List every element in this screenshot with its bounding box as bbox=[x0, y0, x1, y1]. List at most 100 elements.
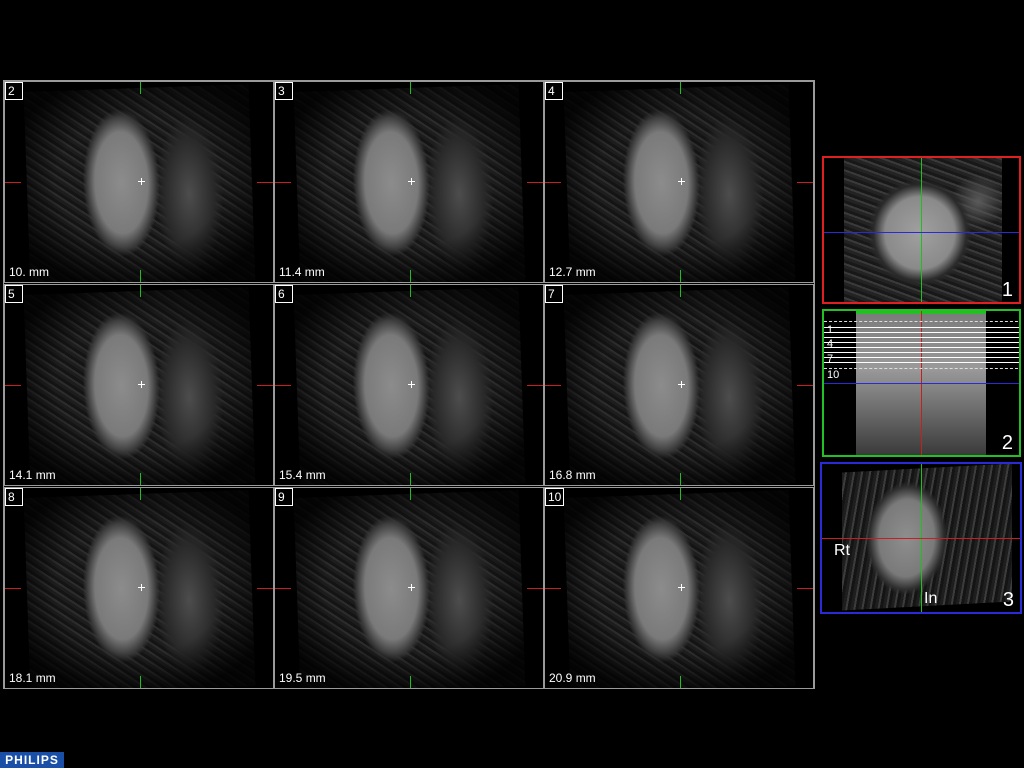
slice-number: 7 bbox=[545, 285, 563, 303]
slice-depth: 18.1 mm bbox=[9, 671, 56, 685]
green-crosshair-top bbox=[410, 488, 411, 500]
red-crosshair-left bbox=[275, 385, 291, 386]
blue-axis-line[interactable] bbox=[824, 383, 1019, 384]
red-crosshair-right bbox=[257, 385, 273, 386]
center-cross-icon bbox=[678, 381, 685, 388]
slice-line bbox=[824, 347, 1019, 348]
slice-depth: 12.7 mm bbox=[549, 265, 596, 279]
green-crosshair-bottom bbox=[140, 473, 141, 485]
red-crosshair-left bbox=[275, 182, 291, 183]
red-crosshair-left bbox=[545, 385, 561, 386]
slice-depth: 11.4 mm bbox=[279, 265, 325, 279]
green-crosshair-bottom bbox=[680, 473, 681, 485]
green-crosshair-top bbox=[410, 285, 411, 297]
slice-tile[interactable]: 7 16.8 mm bbox=[544, 284, 814, 486]
red-crosshair-right bbox=[257, 588, 273, 589]
view-index: 2 bbox=[1001, 432, 1013, 454]
slice-tile[interactable]: 4 12.7 mm bbox=[544, 81, 814, 283]
orientation-label-inferior: In bbox=[924, 590, 938, 607]
slice-mark-label: 10 bbox=[827, 369, 840, 381]
slice-depth: 14.1 mm bbox=[9, 468, 56, 482]
red-crosshair-right bbox=[797, 588, 813, 589]
red-crosshair-left bbox=[5, 385, 21, 386]
red-crosshair-right bbox=[797, 182, 813, 183]
slice-tile[interactable]: 8 18.1 mm bbox=[4, 487, 274, 689]
slice-tile[interactable]: 5 14.1 mm bbox=[4, 284, 274, 486]
view-index: 3 bbox=[1002, 589, 1014, 611]
slice-line bbox=[824, 327, 1019, 328]
green-crosshair-top bbox=[680, 285, 681, 297]
red-crosshair-right bbox=[527, 182, 543, 183]
green-crosshair-top bbox=[140, 285, 141, 297]
red-axis-line[interactable] bbox=[822, 538, 1020, 539]
blue-axis-line[interactable] bbox=[824, 232, 1019, 233]
slice-number: 3 bbox=[275, 82, 293, 100]
slice-depth: 15.4 mm bbox=[279, 468, 326, 482]
slice-depth: 20.9 mm bbox=[549, 671, 596, 685]
slice-line bbox=[824, 332, 1019, 333]
slice-number: 10 bbox=[545, 488, 565, 506]
slice-number: 4 bbox=[545, 82, 563, 100]
ultrasound-reference-image bbox=[842, 464, 1012, 611]
slice-tile[interactable]: 2 10. mm bbox=[4, 81, 274, 283]
slice-mark-label: 4 bbox=[827, 338, 834, 350]
green-axis-line[interactable] bbox=[921, 158, 922, 302]
slice-mark-label: 7 bbox=[827, 353, 834, 365]
red-crosshair-right bbox=[797, 385, 813, 386]
center-cross-icon bbox=[678, 178, 685, 185]
green-crosshair-bottom bbox=[410, 270, 411, 282]
green-crosshair-top bbox=[680, 488, 681, 500]
reference-view-2[interactable]: 1 4 7 10 2 bbox=[822, 309, 1021, 457]
slice-line bbox=[824, 337, 1019, 338]
ultrasound-reference-image bbox=[844, 158, 1002, 302]
green-crosshair-bottom bbox=[410, 473, 411, 485]
center-cross-icon bbox=[678, 584, 685, 591]
slice-tile[interactable]: 6 15.4 mm bbox=[274, 284, 544, 486]
center-cross-icon bbox=[138, 584, 145, 591]
slice-line bbox=[824, 362, 1019, 363]
slice-mark-label: 1 bbox=[827, 324, 834, 336]
green-crosshair-bottom bbox=[680, 676, 681, 688]
philips-logo: PHILIPS bbox=[0, 752, 64, 768]
green-crosshair-bottom bbox=[140, 676, 141, 688]
green-crosshair-top bbox=[140, 82, 141, 94]
slice-depth: 16.8 mm bbox=[549, 468, 596, 482]
center-cross-icon bbox=[138, 178, 145, 185]
red-crosshair-left bbox=[545, 588, 561, 589]
slice-line bbox=[824, 342, 1019, 343]
slice-line bbox=[824, 321, 1019, 322]
slice-tile[interactable]: 3 11.4 mm bbox=[274, 81, 544, 283]
slice-number: 8 bbox=[5, 488, 23, 506]
slice-tile[interactable]: 9 19.5 mm bbox=[274, 487, 544, 689]
slice-tile[interactable]: 10 20.9 mm bbox=[544, 487, 814, 689]
red-crosshair-left bbox=[5, 588, 21, 589]
orientation-label-right: Rt bbox=[834, 542, 850, 559]
reference-view-1[interactable]: 1 bbox=[822, 156, 1021, 304]
reference-view-3[interactable]: Rt In 3 bbox=[820, 462, 1022, 614]
red-crosshair-right bbox=[527, 588, 543, 589]
red-crosshair-right bbox=[257, 182, 273, 183]
green-crosshair-bottom bbox=[140, 270, 141, 282]
slice-line bbox=[824, 368, 1019, 369]
slice-grid: 2 10. mm 3 11.4 mm 4 12.7 mm 5 14.1 mm 6… bbox=[3, 80, 815, 689]
slice-number: 2 bbox=[5, 82, 23, 100]
center-cross-icon bbox=[138, 381, 145, 388]
red-crosshair-left bbox=[275, 588, 291, 589]
center-cross-icon bbox=[408, 178, 415, 185]
red-crosshair-right bbox=[527, 385, 543, 386]
red-crosshair-left bbox=[545, 182, 561, 183]
slice-number: 5 bbox=[5, 285, 23, 303]
green-crosshair-top bbox=[410, 82, 411, 94]
slice-line bbox=[824, 352, 1019, 353]
slice-number: 9 bbox=[275, 488, 293, 506]
green-crosshair-top bbox=[680, 82, 681, 94]
center-cross-icon bbox=[408, 381, 415, 388]
slice-depth: 10. mm bbox=[9, 265, 50, 279]
red-crosshair-left bbox=[5, 182, 21, 183]
center-cross-icon bbox=[408, 584, 415, 591]
slice-depth: 19.5 mm bbox=[279, 671, 326, 685]
slice-number: 6 bbox=[275, 285, 293, 303]
green-crosshair-bottom bbox=[410, 676, 411, 688]
slice-line bbox=[824, 357, 1019, 358]
green-crosshair-bottom bbox=[680, 270, 681, 282]
